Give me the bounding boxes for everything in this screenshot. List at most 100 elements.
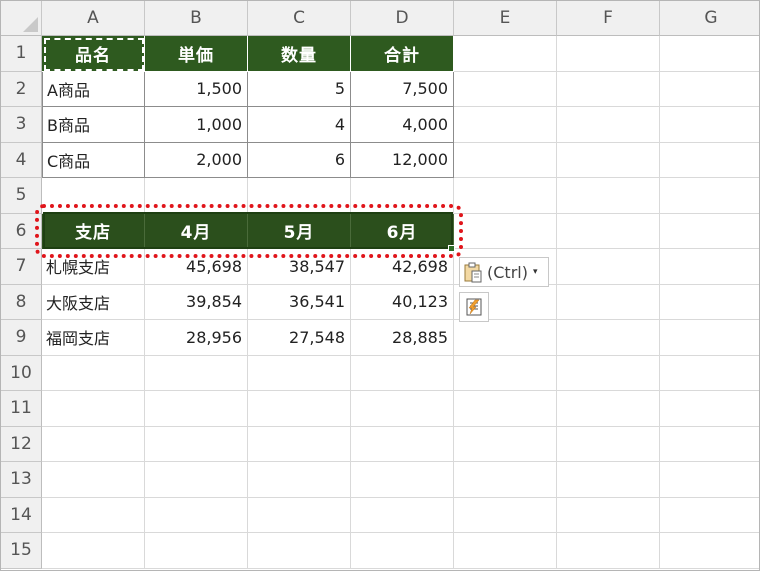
cell-e4[interactable]: [454, 142, 557, 178]
cell-c6[interactable]: 5月: [248, 213, 351, 249]
cell-a4[interactable]: C商品: [42, 142, 145, 178]
row-header-1[interactable]: 1: [1, 36, 42, 72]
column-header-a[interactable]: A: [42, 1, 145, 36]
cell-b11[interactable]: [145, 391, 248, 427]
cell-a10[interactable]: [42, 355, 145, 391]
cell-b13[interactable]: [145, 462, 248, 498]
cell-c5[interactable]: [248, 178, 351, 214]
cell-f15[interactable]: [557, 533, 660, 569]
cell-f9[interactable]: [557, 320, 660, 356]
cell-c8[interactable]: 36,541: [248, 284, 351, 320]
cell-a2[interactable]: A商品: [42, 71, 145, 107]
cell-a14[interactable]: [42, 497, 145, 533]
cell-c11[interactable]: [248, 391, 351, 427]
cell-b8[interactable]: 39,854: [145, 284, 248, 320]
cell-e1[interactable]: [454, 36, 557, 72]
cell-f11[interactable]: [557, 391, 660, 427]
cell-b6[interactable]: 4月: [145, 213, 248, 249]
cell-a9[interactable]: 福岡支店: [42, 320, 145, 356]
column-header-b[interactable]: B: [145, 1, 248, 36]
cell-g2[interactable]: [660, 72, 759, 107]
fill-handle[interactable]: [448, 245, 455, 252]
cell-a6[interactable]: 支店: [42, 213, 145, 249]
row-header-6[interactable]: 6: [1, 213, 42, 249]
cell-f8[interactable]: [557, 284, 660, 320]
cell-g7[interactable]: [660, 249, 759, 285]
row-header-5[interactable]: 5: [1, 178, 42, 214]
cell-e14[interactable]: [454, 497, 557, 533]
column-header-e[interactable]: E: [454, 1, 557, 36]
cell-a8[interactable]: 大阪支店: [42, 284, 145, 320]
cell-a7[interactable]: 札幌支店: [42, 249, 145, 285]
cell-e6[interactable]: [454, 213, 557, 249]
cell-e3[interactable]: [454, 107, 557, 143]
cell-b1[interactable]: 単価: [145, 36, 248, 72]
cell-b7[interactable]: 45,698: [145, 249, 248, 285]
cell-c7[interactable]: 38,547: [248, 249, 351, 285]
row-header-10[interactable]: 10: [1, 355, 42, 391]
cell-d12[interactable]: [351, 426, 454, 462]
cell-f3[interactable]: [557, 107, 660, 143]
column-header-f[interactable]: F: [557, 1, 660, 36]
cell-g6[interactable]: [660, 214, 759, 249]
cell-f10[interactable]: [557, 355, 660, 391]
row-header-7[interactable]: 7: [1, 249, 42, 285]
cell-f5[interactable]: [557, 178, 660, 214]
column-header-c[interactable]: C: [248, 1, 351, 36]
cell-g1[interactable]: [660, 36, 759, 72]
cell-g5[interactable]: [660, 178, 759, 214]
cell-d6[interactable]: 6月: [351, 213, 454, 249]
cell-e15[interactable]: [454, 533, 557, 569]
cell-b10[interactable]: [145, 355, 248, 391]
row-header-11[interactable]: 11: [1, 391, 42, 427]
cell-b5[interactable]: [145, 178, 248, 214]
cell-c2[interactable]: 5: [248, 71, 351, 107]
cell-c10[interactable]: [248, 355, 351, 391]
row-header-2[interactable]: 2: [1, 71, 42, 107]
cell-g14[interactable]: [660, 498, 759, 533]
cell-b9[interactable]: 28,956: [145, 320, 248, 356]
row-header-15[interactable]: 15: [1, 533, 42, 569]
cell-b4[interactable]: 2,000: [145, 142, 248, 178]
cell-f7[interactable]: [557, 249, 660, 285]
row-header-8[interactable]: 8: [1, 284, 42, 320]
cell-e5[interactable]: [454, 178, 557, 214]
cell-d2[interactable]: 7,500: [351, 71, 454, 107]
cell-f14[interactable]: [557, 497, 660, 533]
cell-g3[interactable]: [660, 107, 759, 143]
cell-a5[interactable]: [42, 178, 145, 214]
cell-d4[interactable]: 12,000: [351, 142, 454, 178]
cell-g10[interactable]: [660, 356, 759, 391]
cell-d13[interactable]: [351, 462, 454, 498]
cell-b3[interactable]: 1,000: [145, 107, 248, 143]
paste-options-button[interactable]: (Ctrl) ▾: [459, 257, 549, 287]
cell-a11[interactable]: [42, 391, 145, 427]
cell-c9[interactable]: 27,548: [248, 320, 351, 356]
cell-b12[interactable]: [145, 426, 248, 462]
cell-g8[interactable]: [660, 285, 759, 320]
row-header-13[interactable]: 13: [1, 462, 42, 498]
cell-d11[interactable]: [351, 391, 454, 427]
select-all-corner[interactable]: [1, 1, 42, 36]
cell-e12[interactable]: [454, 426, 557, 462]
cell-b2[interactable]: 1,500: [145, 71, 248, 107]
cell-g4[interactable]: [660, 143, 759, 178]
cell-d8[interactable]: 40,123: [351, 284, 454, 320]
cell-a1[interactable]: 品名: [42, 36, 145, 72]
cell-f6[interactable]: [557, 213, 660, 249]
cell-f2[interactable]: [557, 71, 660, 107]
cell-e9[interactable]: [454, 320, 557, 356]
cell-e10[interactable]: [454, 355, 557, 391]
row-header-14[interactable]: 14: [1, 497, 42, 533]
cell-e13[interactable]: [454, 462, 557, 498]
cell-d15[interactable]: [351, 533, 454, 569]
cell-c1[interactable]: 数量: [248, 36, 351, 72]
cell-d5[interactable]: [351, 178, 454, 214]
cell-c12[interactable]: [248, 426, 351, 462]
cell-g12[interactable]: [660, 427, 759, 462]
cell-f4[interactable]: [557, 142, 660, 178]
cell-b15[interactable]: [145, 533, 248, 569]
quick-analysis-button[interactable]: [459, 292, 489, 322]
cell-c3[interactable]: 4: [248, 107, 351, 143]
cell-c4[interactable]: 6: [248, 142, 351, 178]
